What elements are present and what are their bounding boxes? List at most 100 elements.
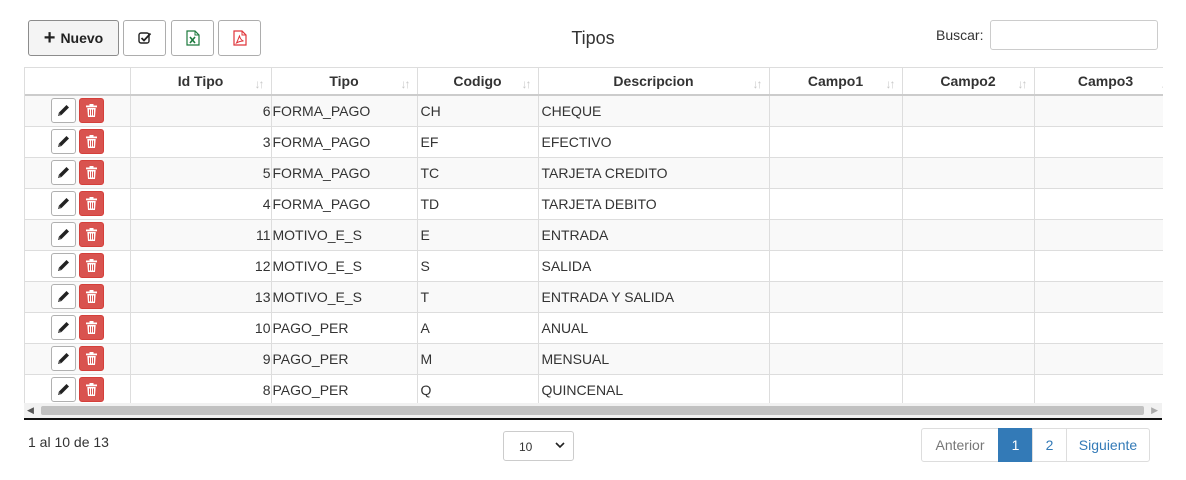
- data-grid: Id Tipo ↓↑ Tipo ↓↑ Codigo ↓↑ Descripcion ↓↑ …: [24, 67, 1163, 404]
- prev-page-button[interactable]: Anterior: [921, 428, 999, 462]
- row-actions: [25, 219, 131, 251]
- cell-codigo: S: [417, 250, 539, 282]
- delete-button[interactable]: [78, 253, 104, 278]
- edit-button[interactable]: [50, 377, 76, 402]
- delete-button[interactable]: [78, 191, 104, 216]
- page-title: Tipos: [571, 28, 615, 48]
- header-codigo[interactable]: Codigo ↓↑: [417, 68, 539, 96]
- cell-codigo: M: [417, 343, 539, 375]
- cell-descripcion: TARJETA CREDITO: [538, 157, 770, 189]
- cell-id-tipo: 13: [130, 281, 272, 313]
- delete-button[interactable]: [78, 284, 104, 309]
- cell-campo1: [769, 312, 903, 344]
- delete-button[interactable]: [78, 129, 104, 154]
- cell-codigo: T: [417, 281, 539, 313]
- sort-icon: ↓↑: [521, 77, 532, 91]
- edit-button[interactable]: [50, 191, 76, 216]
- select-columns-button[interactable]: [123, 20, 166, 56]
- edit-button[interactable]: [50, 222, 76, 247]
- cell-id-tipo: 3: [130, 126, 272, 158]
- edit-button[interactable]: [50, 129, 76, 154]
- table-row: 13 MOTIVO_E_S T ENTRADA Y SALIDA: [25, 281, 1163, 313]
- cell-campo2: [902, 281, 1035, 313]
- row-actions: [25, 281, 131, 313]
- scroll-right-icon[interactable]: ▶: [1151, 405, 1158, 416]
- cell-campo2: [902, 343, 1035, 375]
- cell-campo1: [769, 188, 903, 220]
- sort-icon: ↓↑: [254, 77, 265, 91]
- cell-descripcion: EFECTIVO: [538, 126, 770, 158]
- delete-button[interactable]: [78, 160, 104, 185]
- page-button-1[interactable]: 1: [998, 428, 1033, 462]
- export-pdf-button[interactable]: [218, 20, 261, 56]
- cell-campo1: [769, 219, 903, 251]
- edit-button[interactable]: [50, 315, 76, 340]
- cell-campo1: [769, 157, 903, 189]
- cell-campo2: [902, 374, 1035, 404]
- header-campo1[interactable]: Campo1 ↓↑: [769, 68, 903, 96]
- header-campo3[interactable]: Campo3↓↑: [1034, 68, 1163, 96]
- table-row: 5 FORMA_PAGO TC TARJETA CREDITO: [25, 157, 1163, 189]
- horizontal-scrollbar[interactable]: ◀ ▶: [24, 403, 1162, 420]
- scroll-left-icon[interactable]: ◀: [27, 405, 34, 416]
- new-button[interactable]: + Nuevo: [28, 20, 119, 56]
- cell-campo3: [1034, 374, 1163, 404]
- edit-button[interactable]: [50, 98, 76, 124]
- edit-button[interactable]: [50, 284, 76, 309]
- table-row: 4 FORMA_PAGO TD TARJETA DEBITO: [25, 188, 1163, 220]
- cell-tipo: PAGO_PER: [271, 374, 418, 404]
- delete-button[interactable]: [78, 377, 104, 402]
- cell-campo1: [769, 374, 903, 404]
- cell-campo2: [902, 95, 1035, 127]
- scrollbar-thumb[interactable]: [41, 406, 1144, 415]
- search-input[interactable]: [990, 20, 1158, 50]
- chevron-down-icon: [555, 442, 565, 449]
- cell-tipo: MOTIVO_E_S: [271, 250, 418, 282]
- page-size-select[interactable]: 10: [503, 431, 574, 461]
- header-id-tipo[interactable]: Id Tipo ↓↑: [130, 68, 272, 96]
- page-button-2[interactable]: 2: [1032, 428, 1067, 462]
- pagination: Anterior 1 2 Siguiente: [921, 428, 1150, 462]
- cell-codigo: TC: [417, 157, 539, 189]
- cell-codigo: Q: [417, 374, 539, 404]
- edit-button[interactable]: [50, 160, 76, 185]
- pagination-info: 1 al 10 de 13: [28, 434, 109, 450]
- table-row: 9 PAGO_PER M MENSUAL: [25, 343, 1163, 375]
- cell-campo2: [902, 312, 1035, 344]
- next-page-button[interactable]: Siguiente: [1066, 428, 1150, 462]
- plus-icon: +: [43, 27, 56, 49]
- export-excel-button[interactable]: [171, 20, 214, 56]
- cell-campo3: [1034, 157, 1163, 189]
- table-row: 12 MOTIVO_E_S S SALIDA: [25, 250, 1163, 282]
- cell-descripcion: ENTRADA Y SALIDA: [538, 281, 770, 313]
- delete-button[interactable]: [78, 98, 104, 124]
- edit-button[interactable]: [50, 346, 76, 371]
- cell-campo2: [902, 188, 1035, 220]
- table-row: 3 FORMA_PAGO EF EFECTIVO: [25, 126, 1163, 158]
- cell-id-tipo: 4: [130, 188, 272, 220]
- cell-campo1: [769, 343, 903, 375]
- cell-id-tipo: 10: [130, 312, 272, 344]
- delete-button[interactable]: [78, 315, 104, 340]
- cell-campo3: [1034, 343, 1163, 375]
- header-actions: [25, 68, 131, 96]
- cell-campo1: [769, 95, 903, 127]
- row-actions: [25, 157, 131, 189]
- cell-codigo: A: [417, 312, 539, 344]
- cell-tipo: FORMA_PAGO: [271, 126, 418, 158]
- cell-campo3: [1034, 188, 1163, 220]
- header-tipo[interactable]: Tipo ↓↑: [271, 68, 418, 96]
- cell-campo1: [769, 281, 903, 313]
- table-row: 11 MOTIVO_E_S E ENTRADA: [25, 219, 1163, 251]
- delete-button[interactable]: [78, 346, 104, 371]
- cell-descripcion: ANUAL: [538, 312, 770, 344]
- table-header-row: Id Tipo ↓↑ Tipo ↓↑ Codigo ↓↑ Descripcion ↓↑ …: [25, 68, 1163, 96]
- delete-button[interactable]: [78, 222, 104, 247]
- edit-button[interactable]: [50, 253, 76, 278]
- row-actions: [25, 95, 131, 127]
- header-campo2[interactable]: Campo2 ↓↑: [902, 68, 1035, 96]
- types-table: Id Tipo ↓↑ Tipo ↓↑ Codigo ↓↑ Descripcion ↓↑ …: [25, 68, 1163, 404]
- cell-id-tipo: 11: [130, 219, 272, 251]
- cell-campo3: [1034, 126, 1163, 158]
- header-descripcion[interactable]: Descripcion ↓↑: [538, 68, 770, 96]
